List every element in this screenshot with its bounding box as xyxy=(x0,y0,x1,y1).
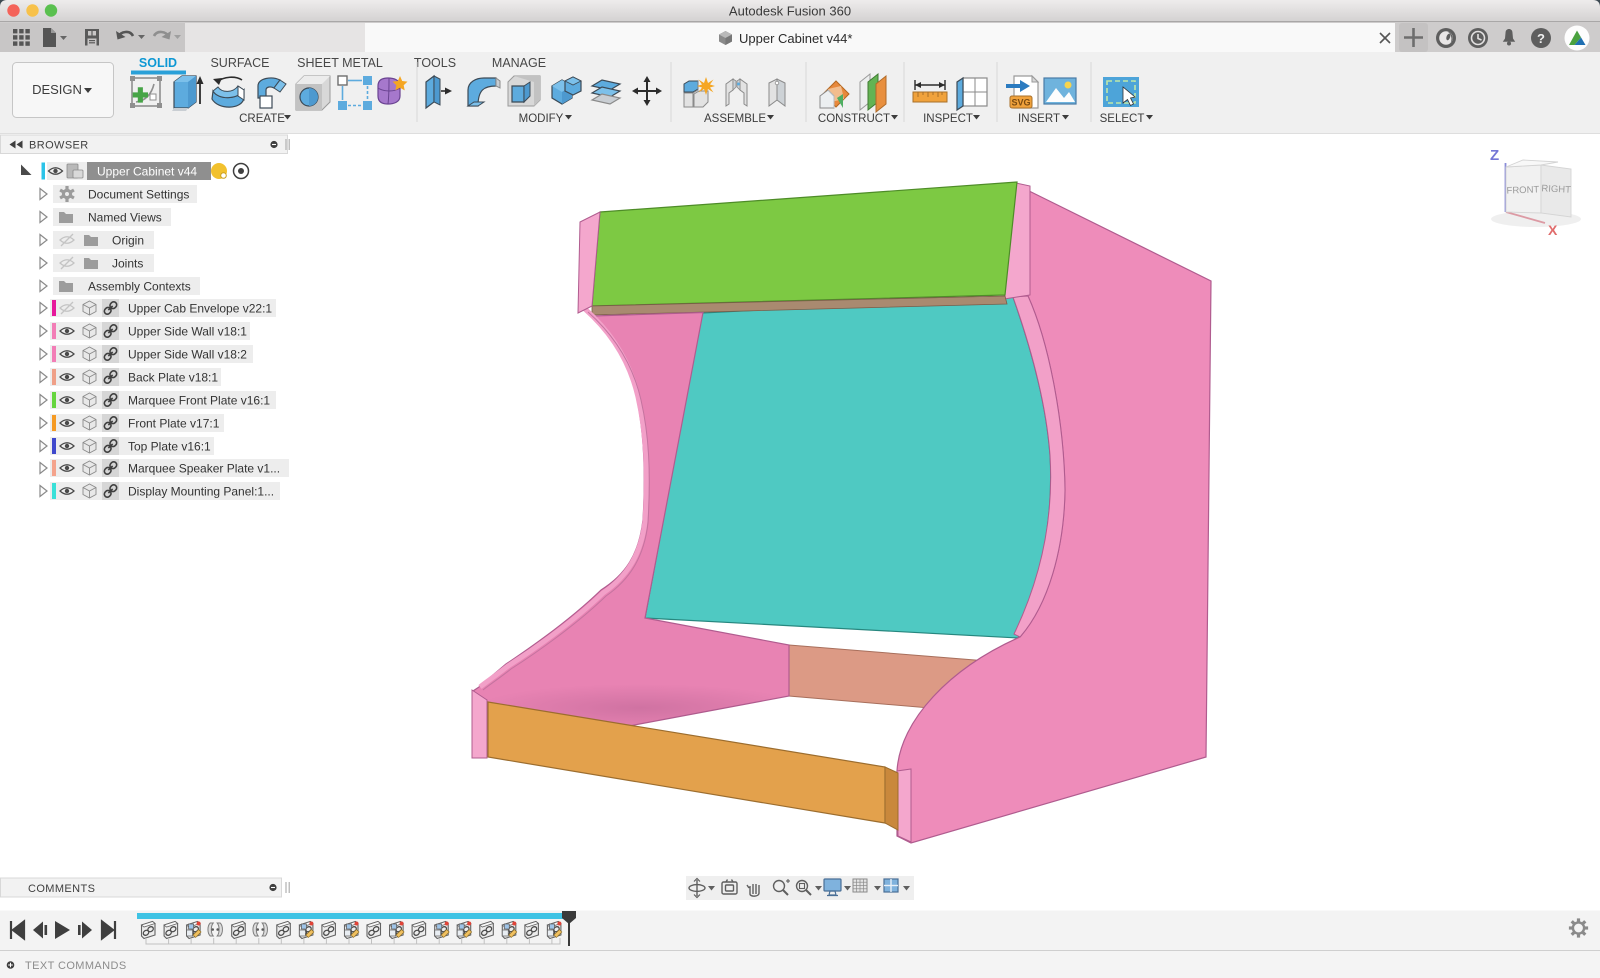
svg-text:Autodesk Fusion 360: Autodesk Fusion 360 xyxy=(729,4,851,19)
svg-text:Front Plate v17:1: Front Plate v17:1 xyxy=(128,417,220,431)
svg-text:Assembly Contexts: Assembly Contexts xyxy=(88,280,191,294)
svg-text:RIGHT: RIGHT xyxy=(1541,183,1571,196)
svg-text:CONSTRUCT: CONSTRUCT xyxy=(818,113,890,125)
svg-text:Top Plate v16:1: Top Plate v16:1 xyxy=(128,440,211,454)
svg-text:Marquee Speaker Plate v1...: Marquee Speaker Plate v1... xyxy=(128,462,280,476)
svg-text:Upper Cabinet v44*: Upper Cabinet v44* xyxy=(739,31,852,46)
svg-text:CREATE: CREATE xyxy=(239,113,285,125)
svg-text:DESIGN: DESIGN xyxy=(32,82,82,97)
svg-text:TOOLS: TOOLS xyxy=(414,56,456,70)
svg-text:?: ? xyxy=(1537,31,1545,46)
svg-text:Document Settings: Document Settings xyxy=(88,188,189,202)
svg-text:MANAGE: MANAGE xyxy=(492,56,546,70)
svg-text:Origin: Origin xyxy=(112,234,144,248)
svg-text:Back Plate v18:1: Back Plate v18:1 xyxy=(128,371,218,385)
svg-text:FRONT: FRONT xyxy=(1506,184,1539,196)
svg-text:Joints: Joints xyxy=(112,257,143,271)
svg-text:Marquee Front Plate v16:1: Marquee Front Plate v16:1 xyxy=(128,394,270,408)
svg-text:Upper Side Wall v18:2: Upper Side Wall v18:2 xyxy=(128,348,247,362)
svg-text:SURFACE: SURFACE xyxy=(210,56,269,70)
svg-text:Upper Cabinet v44: Upper Cabinet v44 xyxy=(97,165,197,179)
svg-text:Named Views: Named Views xyxy=(88,211,162,225)
svg-text:Upper Cab Envelope v22:1: Upper Cab Envelope v22:1 xyxy=(128,302,272,316)
svg-text:SVG: SVG xyxy=(1011,98,1030,108)
svg-text:SHEET METAL: SHEET METAL xyxy=(297,56,383,70)
svg-text:COMMENTS: COMMENTS xyxy=(28,883,95,895)
svg-text:SOLID: SOLID xyxy=(139,56,177,70)
svg-text:Z: Z xyxy=(1490,147,1499,164)
svg-text:INSPECT: INSPECT xyxy=(923,113,973,125)
svg-text:TEXT COMMANDS: TEXT COMMANDS xyxy=(25,960,127,972)
svg-text:BROWSER: BROWSER xyxy=(29,140,89,152)
svg-text:SELECT: SELECT xyxy=(1100,113,1145,125)
svg-text:Display Mounting Panel:1...: Display Mounting Panel:1... xyxy=(128,485,274,499)
svg-text:Upper Side Wall v18:1: Upper Side Wall v18:1 xyxy=(128,325,247,339)
svg-text:MODIFY: MODIFY xyxy=(519,113,564,125)
svg-text:X: X xyxy=(1548,222,1558,238)
svg-text:INSERT: INSERT xyxy=(1018,113,1060,125)
svg-text:ASSEMBLE: ASSEMBLE xyxy=(704,113,766,125)
